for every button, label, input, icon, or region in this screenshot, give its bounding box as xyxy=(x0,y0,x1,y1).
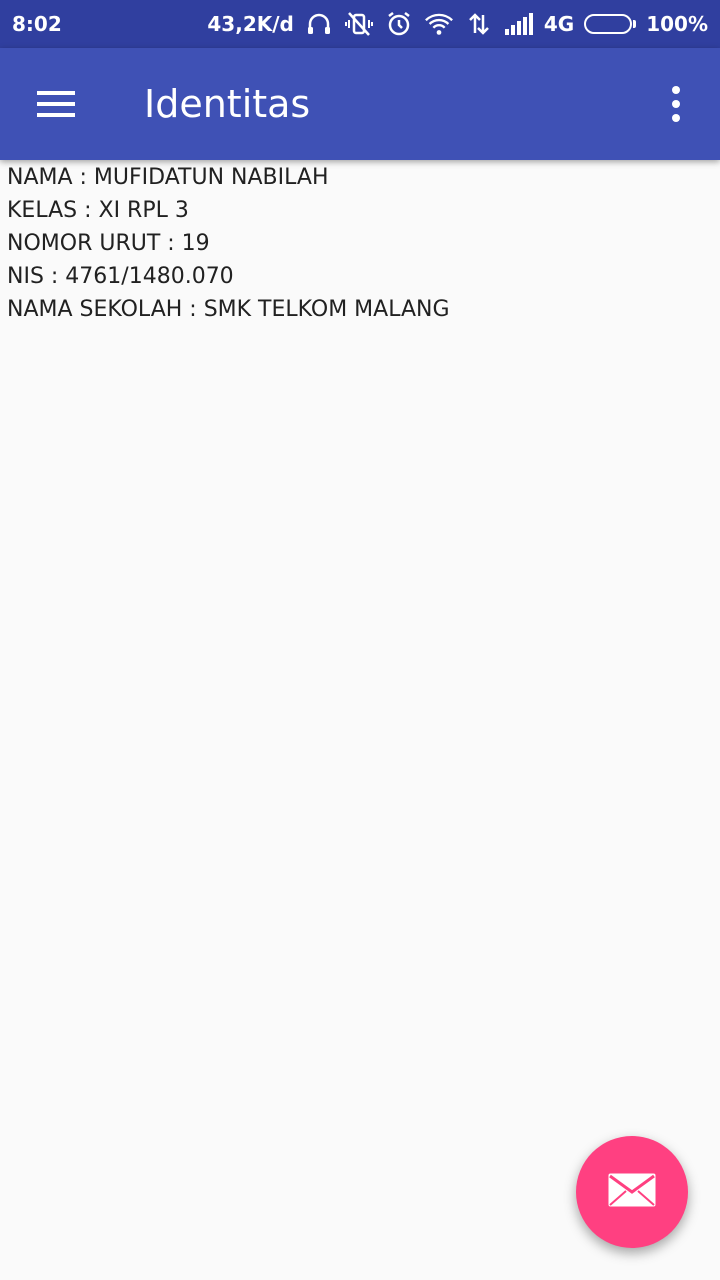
mail-fab-button[interactable] xyxy=(576,1136,688,1248)
alarm-icon xyxy=(384,9,414,39)
wifi-icon xyxy=(424,9,454,39)
hamburger-menu-icon[interactable] xyxy=(26,76,86,132)
battery-icon xyxy=(584,14,637,34)
identity-name: NAMA : MUFIDATUN NABILAH xyxy=(7,165,329,190)
status-bar: 8:02 43,2K/d 4G 100% xyxy=(0,0,720,48)
status-time: 8:02 xyxy=(12,12,62,36)
headset-icon xyxy=(304,9,334,39)
identity-roll-number: NOMOR URUT : 19 xyxy=(7,231,210,256)
identity-class: KELAS : XI RPL 3 xyxy=(7,198,189,223)
data-arrows-icon xyxy=(464,9,494,39)
network-type: 4G xyxy=(543,12,575,36)
mail-icon xyxy=(607,1172,657,1213)
page-title: Identitas xyxy=(144,82,311,126)
battery-percent: 100% xyxy=(646,12,708,36)
identity-content: NAMA : MUFIDATUN NABILAH KELAS : XI RPL … xyxy=(7,163,707,328)
signal-icon xyxy=(504,9,534,39)
identity-school: NAMA SEKOLAH : SMK TELKOM MALANG xyxy=(7,297,450,322)
identity-nis: NIS : 4761/1480.070 xyxy=(7,264,234,289)
app-bar: Identitas xyxy=(0,48,720,160)
vibrate-off-icon xyxy=(344,9,374,39)
more-vert-icon[interactable] xyxy=(652,80,700,128)
net-speed: 43,2K/d xyxy=(207,12,294,36)
status-icons: 43,2K/d 4G 100% xyxy=(207,9,708,39)
